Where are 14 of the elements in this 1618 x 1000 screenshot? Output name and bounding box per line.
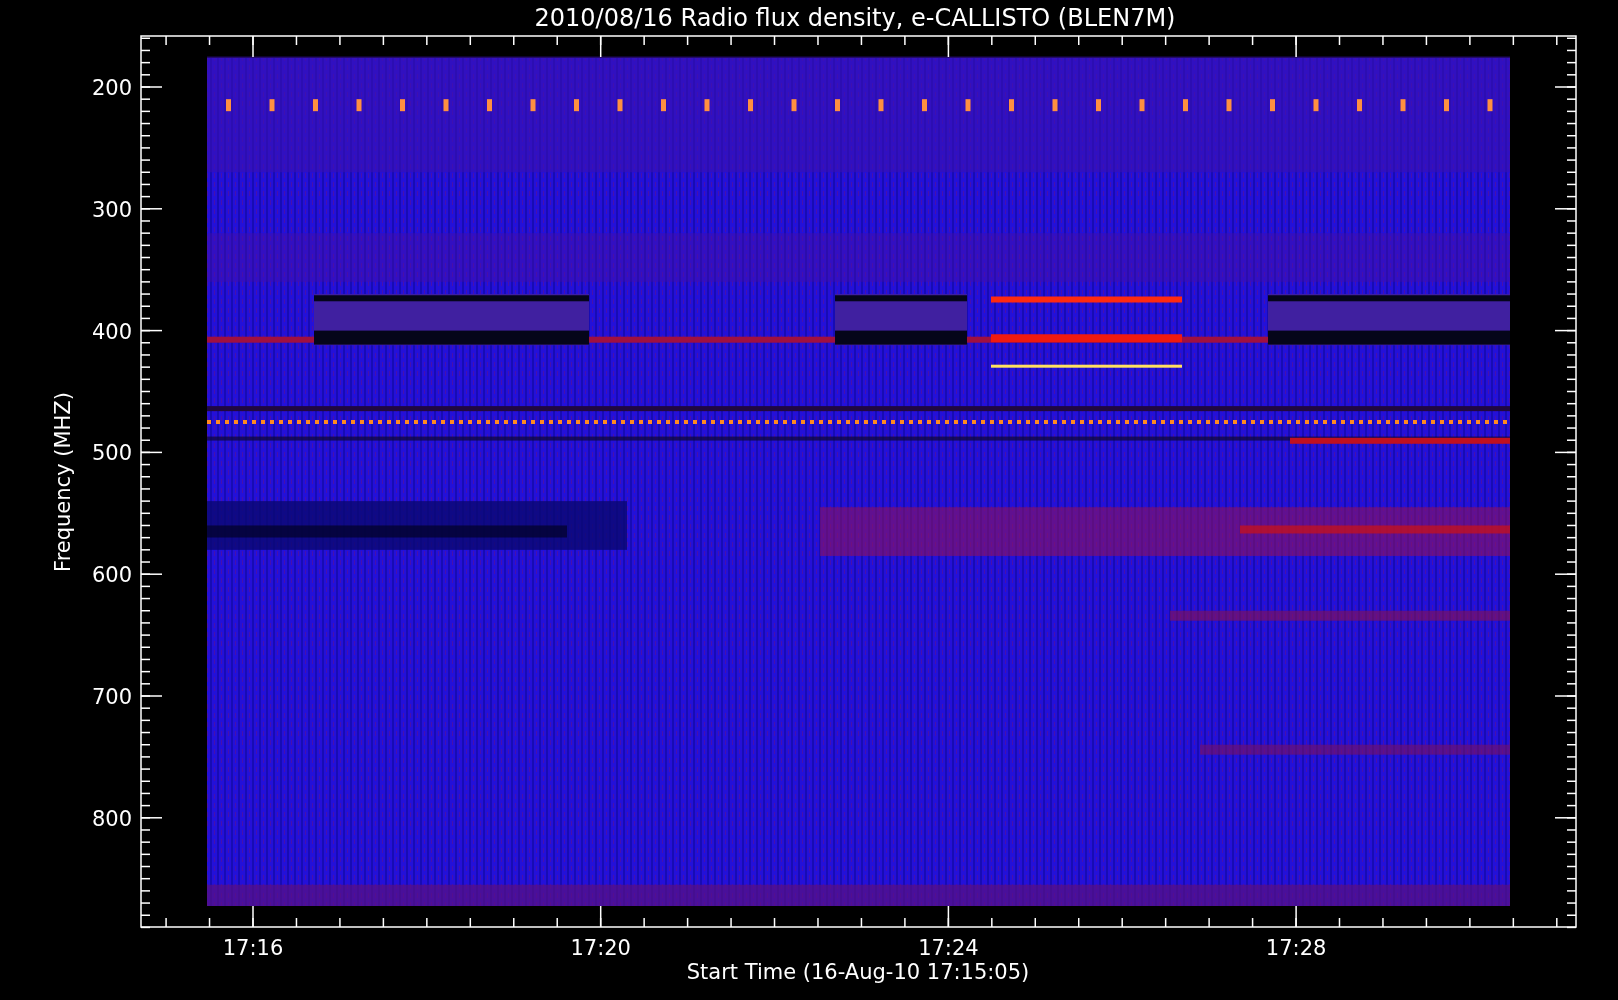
y-tick-label: 500: [91, 441, 132, 466]
x-tick-label: 17:28: [1265, 936, 1327, 960]
y-tick-label: 800: [91, 806, 132, 831]
y-axis-label: Frequency (MHZ): [51, 392, 75, 572]
x-tick-label: 17:24: [918, 936, 979, 960]
x-tick-label: 17:16: [222, 936, 284, 960]
y-tick-label: 600: [91, 563, 132, 588]
x-axis-label: Start Time (16-Aug-10 17:15:05): [686, 960, 1030, 984]
chart-title: 2010/08/16 Radio flux density, e-CALLISTO (BLEN7M): [534, 4, 1176, 32]
y-tick-label: 700: [91, 685, 132, 709]
x-tick-label: 17:20: [570, 936, 631, 960]
y-tick-label: 200: [91, 76, 132, 100]
y-tick-label: 400: [91, 319, 132, 344]
y-tick-label: 300: [91, 197, 132, 222]
